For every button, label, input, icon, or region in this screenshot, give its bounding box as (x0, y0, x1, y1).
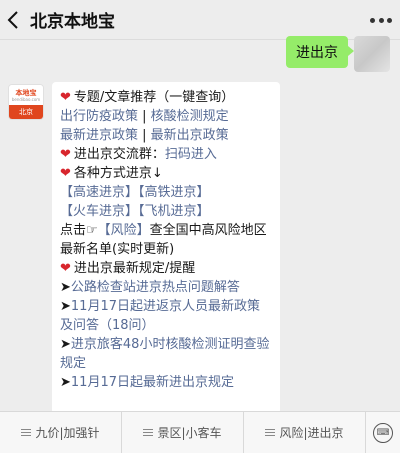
keyboard-icon[interactable]: ⌨ (366, 412, 400, 453)
msg-risk-list: 最新名单(实时更新) (60, 242, 175, 257)
heart-icon: ❤ (60, 261, 71, 276)
bot-logo-sub: bendibao.com (11, 96, 41, 102)
bot-city-label: 北京 (9, 105, 43, 119)
bot-avatar[interactable]: 本地宝 bendibao.com 北京 (8, 84, 44, 120)
menu-lines-icon (143, 429, 154, 436)
menu-label: 风险|进出京 (279, 426, 344, 440)
menu-item-risk[interactable]: 风险|进出京 (244, 411, 366, 453)
separator: | (138, 109, 151, 124)
menu-label: 景区|小客车 (157, 426, 222, 440)
arrow-icon: ➤ (60, 299, 71, 314)
outgoing-message[interactable]: 进出京 (286, 36, 354, 68)
heart-icon: ❤ (60, 90, 71, 105)
link-nov17-rules[interactable]: 11月17日起最新进出京规定 (71, 375, 234, 390)
link-high-speed-rail[interactable]: 【高铁进京】 (138, 185, 210, 200)
msg-risk-desc: 查全国中高风险地区 (149, 223, 267, 238)
link-plane[interactable]: 【飞机进京】 (138, 204, 210, 219)
msg-heading-ways: 各种方式进京↓ (73, 166, 163, 181)
link-train[interactable]: 【火车进京】 (60, 204, 138, 219)
link-exit-policy[interactable]: 最新出京政策 (151, 128, 229, 143)
page-title: 北京本地宝 (30, 12, 115, 32)
more-dots-icon[interactable] (370, 10, 392, 30)
link-checkpoint-faq[interactable]: 公路检查站进京热点问题解答 (71, 280, 240, 295)
heart-icon: ❤ (60, 147, 71, 162)
arrow-icon: ➤ (60, 280, 71, 295)
link-enter-policy[interactable]: 最新进京政策 (60, 128, 138, 143)
link-nov17-policy[interactable]: 11月17日起进返京人员最新政策及问答（18问） (60, 299, 260, 333)
heart-icon: ❤ (60, 166, 71, 181)
my-avatar[interactable] (354, 36, 390, 72)
link-highway[interactable]: 【高速进京】 (60, 185, 138, 200)
link-travel-policy[interactable]: 出行防疫政策 (60, 109, 138, 124)
menu-lines-icon (21, 429, 32, 436)
chevron-left-icon[interactable] (0, 0, 26, 40)
arrow-icon: ➤ (60, 375, 71, 390)
msg-heading-topics: 专题/文章推荐（一键查询） (73, 90, 235, 105)
menu-item-scenic[interactable]: 景区|小客车 (122, 411, 244, 453)
arrow-icon: ➤ (60, 337, 71, 352)
menu-lines-icon (265, 429, 276, 436)
msg-click-prefix: 点击☞ (60, 223, 98, 238)
separator: | (138, 128, 151, 143)
link-48h-nat[interactable]: 进京旅客48小时核酸检测证明查验规定 (60, 337, 269, 371)
link-risk[interactable]: 【风险】 (98, 223, 150, 238)
menu-label: 九价|加强针 (35, 426, 100, 440)
msg-group-label: 进出京交流群： (73, 147, 165, 162)
bot-logo-text: 本地宝 (15, 88, 37, 97)
bottom-menu: 九价|加强针 景区|小客车 风险|进出京 ⌨ (0, 411, 400, 453)
msg-heading-rules: 进出京最新规定/提醒 (73, 261, 196, 276)
menu-item-vaccine[interactable]: 九价|加强针 (0, 411, 122, 453)
top-bar: 北京本地宝 (0, 0, 400, 40)
link-scan-join[interactable]: 扫码进入 (165, 147, 217, 162)
link-nat-rules[interactable]: 核酸检测规定 (151, 109, 229, 124)
incoming-message: ❤ 专题/文章推荐（一键查询） 出行防疫政策 | 核酸检测规定 最新进京政策 | … (52, 82, 280, 414)
